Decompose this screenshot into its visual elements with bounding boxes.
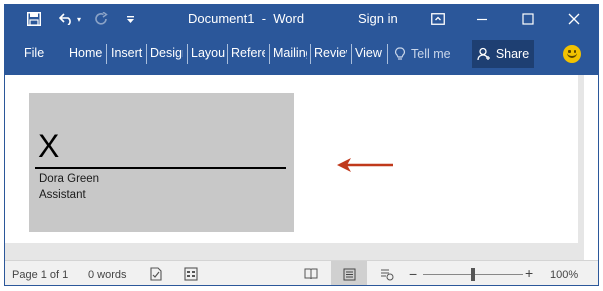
lightbulb-icon bbox=[395, 47, 405, 60]
left-arrow-icon bbox=[337, 158, 393, 172]
share-person-icon bbox=[477, 47, 490, 61]
print-layout-icon[interactable] bbox=[341, 266, 357, 282]
tab-separator bbox=[227, 44, 228, 64]
proofing-icon[interactable] bbox=[148, 266, 164, 282]
ribbon-tab-bar: File Home Insert Design Layout Reference… bbox=[5, 33, 598, 75]
redo-icon[interactable] bbox=[93, 9, 111, 29]
signature-line[interactable]: X Dora Green Assistant bbox=[29, 93, 294, 232]
zoom-in-icon[interactable]: + bbox=[525, 266, 533, 280]
tab-review[interactable]: Review bbox=[314, 46, 347, 60]
tab-separator bbox=[146, 44, 147, 64]
tab-view[interactable]: View bbox=[355, 46, 385, 60]
word-count[interactable]: 0 words bbox=[88, 269, 127, 281]
signer-name: Dora Green bbox=[39, 173, 100, 185]
status-bar: Page 1 of 1 0 words − + 100% bbox=[5, 260, 598, 285]
zoom-slider-thumb[interactable] bbox=[471, 268, 475, 281]
tab-separator bbox=[269, 44, 270, 64]
share-button[interactable]: Share bbox=[472, 40, 534, 68]
zoom-level[interactable]: 100% bbox=[550, 269, 578, 281]
undo-dropdown-icon[interactable]: ▾ bbox=[75, 9, 83, 29]
tab-separator bbox=[106, 44, 107, 64]
web-layout-icon[interactable] bbox=[379, 266, 395, 282]
page-count[interactable]: Page 1 of 1 bbox=[12, 269, 68, 281]
undo-icon[interactable] bbox=[57, 9, 75, 29]
tab-mailings[interactable]: Mailings bbox=[273, 46, 307, 60]
close-icon[interactable] bbox=[563, 9, 585, 29]
word-window: ▾ Document1 - Word Sign in File Home Ins… bbox=[4, 4, 599, 286]
tab-references[interactable]: References bbox=[231, 46, 265, 60]
tab-insert[interactable]: Insert bbox=[111, 46, 145, 60]
customize-qat-icon[interactable] bbox=[123, 9, 137, 29]
tab-separator bbox=[351, 44, 352, 64]
zoom-out-icon[interactable]: − bbox=[409, 267, 417, 281]
tab-separator bbox=[187, 44, 188, 64]
read-mode-icon[interactable] bbox=[303, 266, 319, 282]
tab-layout[interactable]: Layout bbox=[191, 46, 225, 60]
signature-rule bbox=[35, 167, 286, 169]
document-area: X Dora Green Assistant bbox=[5, 75, 598, 260]
feedback-smiley-icon[interactable] bbox=[563, 45, 581, 63]
document-page[interactable]: X Dora Green Assistant bbox=[5, 75, 578, 243]
signer-title: Assistant bbox=[39, 189, 86, 201]
tab-separator bbox=[310, 44, 311, 64]
maximize-icon[interactable] bbox=[517, 9, 539, 29]
tell-me-label: Tell me bbox=[411, 47, 451, 61]
macro-recording-icon[interactable] bbox=[183, 266, 199, 282]
tell-me-box[interactable]: Tell me bbox=[395, 43, 451, 65]
save-icon[interactable] bbox=[25, 9, 43, 29]
document-title: Document1 - Word bbox=[188, 11, 305, 26]
sign-in-link[interactable]: Sign in bbox=[358, 11, 398, 26]
vertical-scrollbar[interactable] bbox=[584, 75, 598, 260]
minimize-icon[interactable] bbox=[471, 9, 493, 29]
share-label: Share bbox=[495, 47, 530, 61]
signature-x-mark: X bbox=[38, 128, 60, 164]
tab-file[interactable]: File bbox=[24, 46, 50, 60]
tab-home[interactable]: Home bbox=[69, 46, 103, 60]
title-bar: ▾ Document1 - Word Sign in bbox=[5, 5, 598, 33]
tab-design[interactable]: Design bbox=[150, 46, 183, 60]
ribbon-display-options-icon[interactable] bbox=[427, 9, 449, 29]
tab-separator bbox=[387, 44, 388, 64]
